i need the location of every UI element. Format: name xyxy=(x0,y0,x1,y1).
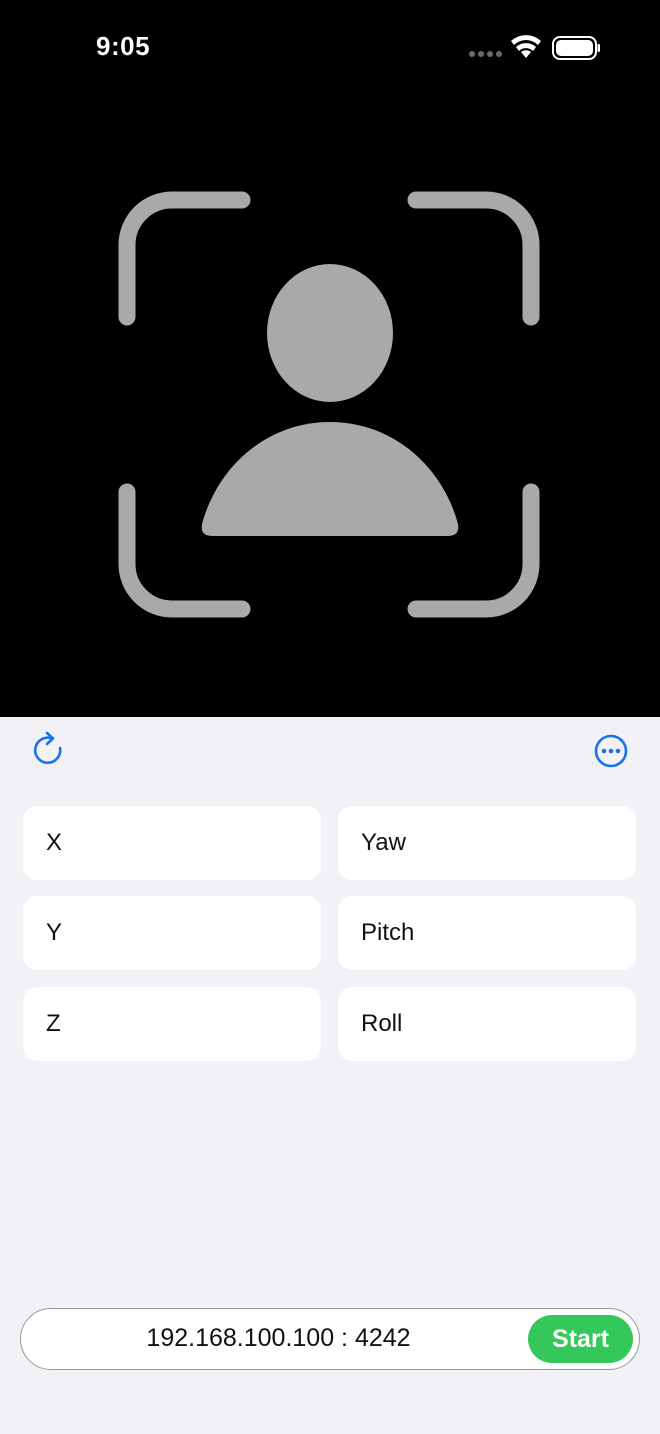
start-button[interactable]: Start xyxy=(528,1315,633,1363)
value-cell-roll: Roll xyxy=(338,987,636,1061)
value-label-x: X xyxy=(46,829,63,856)
value-cell-pitch: Pitch xyxy=(338,896,636,970)
value-cell-x: X xyxy=(23,806,321,880)
camera-preview: 9:05 xyxy=(0,0,660,717)
address-field[interactable]: 192.168.100.100 : 4242 xyxy=(21,1309,536,1368)
refresh-button[interactable] xyxy=(28,730,68,770)
value-label-z: Z xyxy=(46,1010,61,1037)
arrow-clockwise-icon xyxy=(33,731,62,765)
value-cell-yaw: Yaw xyxy=(338,806,636,880)
status-icons xyxy=(460,34,600,62)
value-label-y: Y xyxy=(46,919,63,946)
value-label-yaw: Yaw xyxy=(361,829,406,856)
wifi-icon xyxy=(511,35,541,58)
battery-icon xyxy=(552,36,600,60)
value-label-roll: Roll xyxy=(361,1010,403,1037)
value-cell-y: Y xyxy=(23,896,321,970)
face-id-icon xyxy=(118,190,542,625)
value-label-pitch: Pitch xyxy=(361,919,415,946)
connection-bar: 192.168.100.100 : 4242 Start xyxy=(20,1308,640,1370)
more-options-button[interactable] xyxy=(591,731,631,771)
cellular-signal-icon xyxy=(469,51,502,57)
value-cell-z: Z xyxy=(23,987,321,1061)
status-time: 9:05 xyxy=(96,31,151,61)
ellipsis-circle-icon xyxy=(594,734,628,768)
